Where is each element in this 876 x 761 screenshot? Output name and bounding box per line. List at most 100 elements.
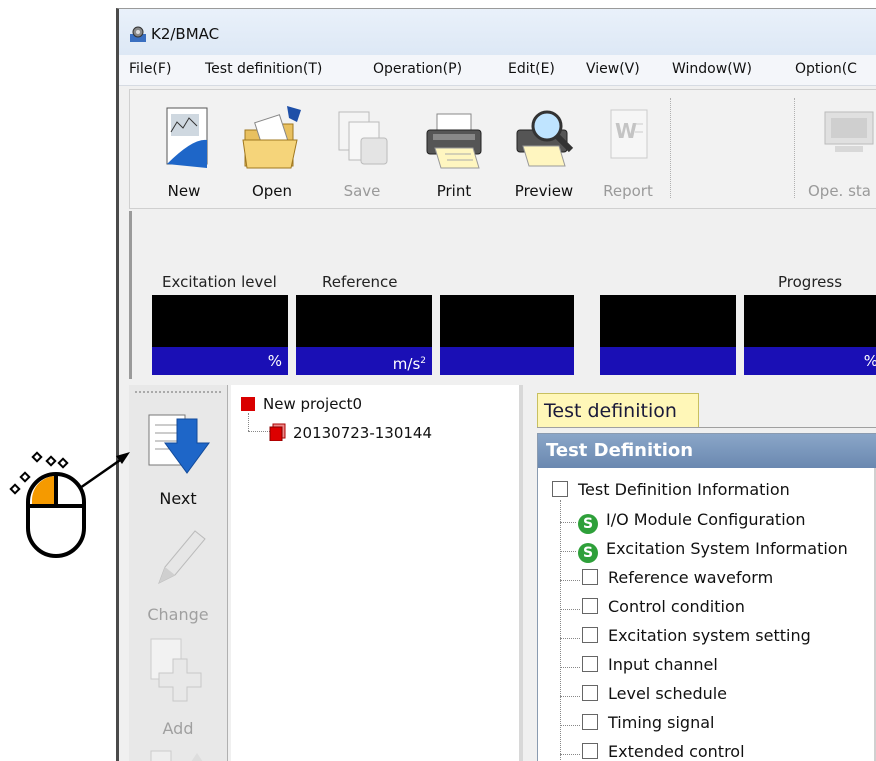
- checkbox[interactable]: [552, 481, 568, 497]
- tree-test-node[interactable]: 20130723-130144: [269, 423, 432, 442]
- word-report-icon: W: [610, 109, 648, 159]
- checkbox[interactable]: [582, 743, 598, 759]
- meter-display: [600, 295, 736, 347]
- tree-item-control-condition[interactable]: Control condition: [582, 597, 745, 616]
- operation-start-label: Ope. sta: [808, 182, 871, 200]
- tree-item-io-module[interactable]: S I/O Module Configuration: [578, 510, 806, 534]
- preview-button[interactable]: Preview: [502, 90, 586, 208]
- printer-icon: [426, 113, 482, 169]
- app-window: K2/BMAC File(F) Test definition(T) Opera…: [116, 8, 876, 761]
- app-icon: [130, 26, 146, 42]
- tree-connector: [560, 754, 580, 755]
- pane-grip[interactable]: [135, 391, 221, 396]
- tree-item-input-channel[interactable]: Input channel: [582, 655, 718, 674]
- tree-connector: [560, 638, 580, 639]
- item-label: I/O Module Configuration: [606, 510, 806, 529]
- tree-item-timing-signal[interactable]: Timing signal: [582, 713, 714, 732]
- open-button[interactable]: Open: [230, 90, 314, 208]
- meter-unit: %: [152, 347, 288, 375]
- menu-window[interactable]: Window(W): [672, 61, 752, 77]
- tree-connector: [560, 696, 580, 697]
- tree-connector: [560, 551, 576, 552]
- new-button[interactable]: New: [144, 90, 224, 208]
- tree-root-node[interactable]: Test Definition Information: [552, 480, 790, 499]
- meter-unit-blank: [440, 347, 574, 375]
- next-label: Next: [159, 489, 197, 508]
- project-tree: New project0 20130723-130144: [231, 385, 523, 761]
- test-file-icon: [269, 423, 286, 441]
- menu-option[interactable]: Option(C: [795, 61, 857, 77]
- item-label: Control condition: [608, 597, 745, 616]
- more-button[interactable]: [129, 747, 227, 761]
- item-label: Extended control: [608, 742, 745, 761]
- item-label: Reference waveform: [608, 568, 774, 587]
- tree-connector: [560, 667, 580, 668]
- checkbox[interactable]: [582, 627, 598, 643]
- new-label: New: [167, 182, 201, 200]
- mouse-click-annotation: [9, 451, 130, 558]
- operation-start-button[interactable]: Ope. sta: [798, 90, 876, 208]
- tree-item-reference-waveform[interactable]: Reference waveform: [582, 568, 773, 587]
- checkbox[interactable]: [582, 685, 598, 701]
- tree-item-extended-control[interactable]: Extended control: [582, 742, 745, 761]
- open-label: Open: [251, 182, 293, 200]
- menu-operation[interactable]: Operation(P): [373, 61, 462, 77]
- checkbox[interactable]: [582, 656, 598, 672]
- tree-item-excitation-setting[interactable]: Excitation system setting: [582, 626, 811, 645]
- print-label: Print: [436, 182, 472, 200]
- print-button[interactable]: Print: [412, 90, 496, 208]
- window-title: K2/BMAC: [151, 25, 220, 43]
- test-definition-panel: Test Definition Test Definition Informat…: [537, 433, 876, 761]
- add-button[interactable]: Add: [129, 635, 227, 745]
- progress-meter: %: [744, 295, 876, 375]
- excitation-level-header: Excitation level: [162, 273, 277, 291]
- mouse-icon: [26, 472, 86, 558]
- menu-edit[interactable]: Edit(E): [508, 61, 555, 77]
- progress-header: Progress: [778, 273, 843, 291]
- report-button[interactable]: W Report: [590, 90, 666, 208]
- menu-bar: File(F) Test definition(T) Operation(P) …: [119, 55, 876, 86]
- tab-test-definition[interactable]: Test definition: [537, 393, 699, 427]
- project-label: New project0: [263, 395, 363, 413]
- title-bar: K2/BMAC: [119, 9, 876, 55]
- tree-connector: [248, 431, 270, 432]
- new-document-icon: [166, 107, 208, 168]
- meter-unit-blank: [600, 347, 736, 375]
- pointer-arrow-icon: [79, 452, 130, 490]
- svg-text:W: W: [615, 119, 637, 143]
- tree-project-node[interactable]: New project0: [241, 395, 362, 413]
- meter-display: [296, 295, 432, 347]
- item-label: Excitation System Information: [606, 539, 848, 558]
- tree-connector: [560, 580, 580, 581]
- tree-connector: [560, 500, 561, 761]
- menu-view[interactable]: View(V): [586, 61, 640, 77]
- test-label: 20130723-130144: [293, 424, 433, 442]
- partial-icon: [150, 750, 203, 761]
- status-s-icon: S: [578, 514, 598, 534]
- save-button[interactable]: Save: [320, 90, 404, 208]
- tree-connector: [560, 609, 580, 610]
- tree-connector: [560, 725, 580, 726]
- toolbar-separator: [670, 98, 672, 198]
- tree-item-excitation-info[interactable]: S Excitation System Information: [578, 539, 848, 563]
- checkbox[interactable]: [582, 598, 598, 614]
- tree-connector: [560, 522, 576, 523]
- meter-blank: [440, 295, 574, 375]
- action-sidebar: Next Change Add: [129, 385, 228, 761]
- meter-display: [744, 295, 876, 347]
- meter-unit: %: [744, 347, 876, 375]
- menu-test-definition[interactable]: Test definition(T): [205, 61, 322, 77]
- checkbox[interactable]: [582, 714, 598, 730]
- open-folder-icon: [242, 106, 301, 169]
- status-panel: Excitation level Reference Progress % m/…: [129, 211, 876, 379]
- checkbox[interactable]: [582, 569, 598, 585]
- menu-file[interactable]: File(F): [129, 61, 171, 77]
- pencil-icon: [158, 530, 206, 585]
- change-button[interactable]: Change: [129, 521, 227, 631]
- tree-connector: [248, 413, 249, 431]
- tree-item-level-schedule[interactable]: Level schedule: [582, 684, 727, 703]
- item-label: Timing signal: [608, 713, 715, 732]
- next-button[interactable]: Next: [129, 405, 227, 515]
- status-s-icon: S: [578, 543, 598, 563]
- unit-ms2-superscript: 2: [420, 356, 426, 366]
